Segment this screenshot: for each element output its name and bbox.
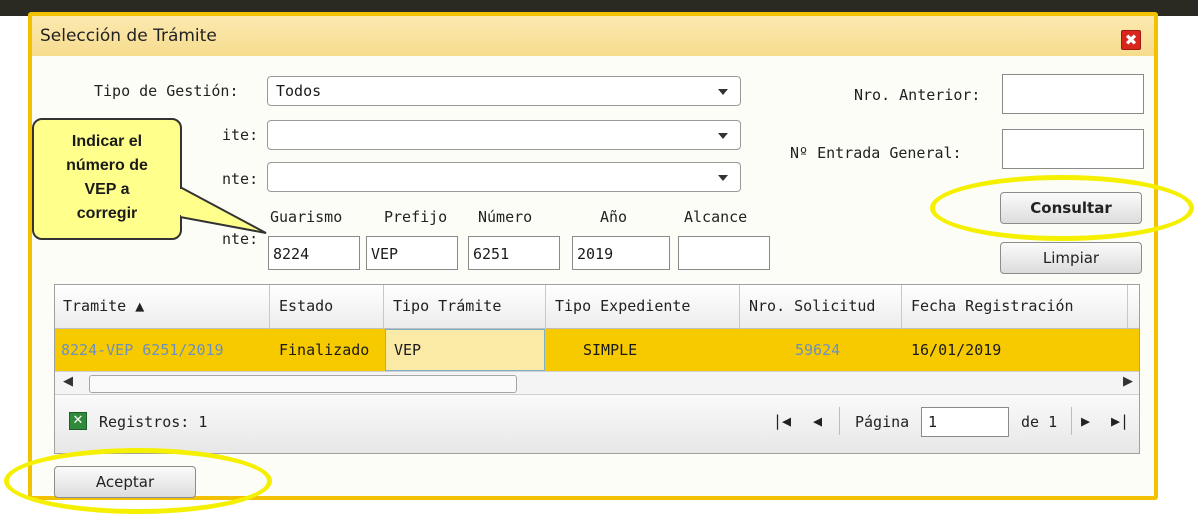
anio-input[interactable]: 2019 [572,236,670,270]
pager-divider [839,407,840,435]
pager-divider [1071,407,1072,435]
last-page-icon[interactable]: ▶| [1111,412,1129,430]
table-cell-estado: Finalizado [279,341,370,359]
column-header-fecha-registracion[interactable]: Fecha Registración [911,297,1074,315]
entrada-general-label: Nº Entrada General: [790,144,962,162]
column-divider [269,285,270,329]
callout-line: número de [66,157,148,174]
nro-anterior-label: Nro. Anterior: [854,86,981,104]
chevron-down-icon [718,133,728,139]
table-cell-nro-solicitud: 59624 [795,341,841,359]
callout-line: corregir [76,205,138,222]
dialog-titlebar: Selección de Trámite ✖ [32,16,1154,56]
column-header-estado[interactable]: Estado [279,297,333,315]
table-cell-tipo-tramite-text: VEP [394,341,422,359]
column-divider [901,285,902,329]
table-cell-tipo-expediente: SIMPLE [583,341,638,359]
column-header-tipo-expediente[interactable]: Tipo Expediente [555,297,690,315]
tipo-gestion-select[interactable]: Todos [267,76,741,106]
limpiar-button[interactable]: Limpiar [1000,242,1142,274]
tipo-gestion-value: Todos [276,82,322,100]
third-select[interactable] [267,162,741,192]
column-header-nro-solicitud[interactable]: Nro. Solicitud [749,297,875,315]
numero-label: Número [478,208,533,226]
seleccion-tramite-dialog: Selección de Trámite ✖ Tipo de Gestión: … [28,12,1158,500]
consultar-highlight-ellipse [930,175,1194,241]
table-cell-tramite[interactable]: 8224-VEP 6251/2019 [61,341,224,359]
tipo-gestion-label: Tipo de Gestión: [94,82,239,100]
table-header: Tramite ▲ Estado Tipo Trámite Tipo Exped… [55,285,1139,329]
chevron-down-icon [718,175,728,181]
aceptar-highlight-ellipse [4,448,272,514]
dialog-title: Selección de Trámite [40,26,217,46]
page-input[interactable]: 1 [921,407,1009,437]
scrollbar-thumb[interactable] [89,375,517,393]
page-label: Página [855,413,910,431]
alcance-label: Alcance [684,208,748,226]
column-divider [383,285,384,329]
table-cell-fecha: 16/01/2019 [911,341,1002,359]
nro-anterior-input[interactable] [1002,74,1144,114]
instruction-callout: Indicar el número de VEP a corregir [32,118,182,240]
table-cell-tipo-tramite[interactable]: VEP [385,329,545,371]
tipo-tramite-select[interactable] [267,120,741,150]
close-icon[interactable]: ✖ [1121,30,1141,50]
guarismo-input[interactable]: 8224 [268,236,360,270]
anio-label: Año [600,208,628,226]
records-count: Registros: 1 [99,413,208,431]
callout-line: VEP a [84,181,130,198]
excel-export-icon[interactable]: ✕ [69,412,87,430]
horizontal-scrollbar[interactable]: ◀ ▶ [55,371,1139,395]
guarismo-label: Guarismo [270,208,343,226]
first-page-icon[interactable]: |◀ [773,412,791,430]
next-page-icon[interactable]: ▶ [1081,412,1090,430]
callout-line: Indicar el [71,133,143,150]
prefijo-input[interactable]: VEP [366,236,458,270]
tramites-table: Tramite ▲ Estado Tipo Trámite Tipo Exped… [54,284,1140,454]
column-divider [739,285,740,329]
callout-pointer [180,185,267,234]
scroll-left-icon[interactable]: ◀ [63,374,73,389]
prev-page-icon[interactable]: ◀ [813,412,822,430]
pagination-bar: ✕ Registros: 1 |◀ ◀ Página 1 de 1 ▶ ▶| [55,395,1139,453]
numero-input[interactable]: 6251 [468,236,560,270]
column-header-tramite[interactable]: Tramite ▲ [63,297,144,315]
alcance-input[interactable] [678,236,770,270]
prefijo-label: Prefijo [384,208,448,226]
table-row[interactable]: 8224-VEP 6251/2019 Finalizado SIMPLE 596… [55,329,1139,371]
scroll-right-icon[interactable]: ▶ [1123,374,1133,389]
column-divider [1127,285,1128,329]
page-of-total: de 1 [1021,413,1058,431]
column-header-tipo-tramite[interactable]: Tipo Trámite [393,297,501,315]
tipo-tramite-label: ite: [222,126,259,144]
column-divider [545,285,546,329]
chevron-down-icon [718,89,728,95]
entrada-general-input[interactable] [1002,129,1144,169]
